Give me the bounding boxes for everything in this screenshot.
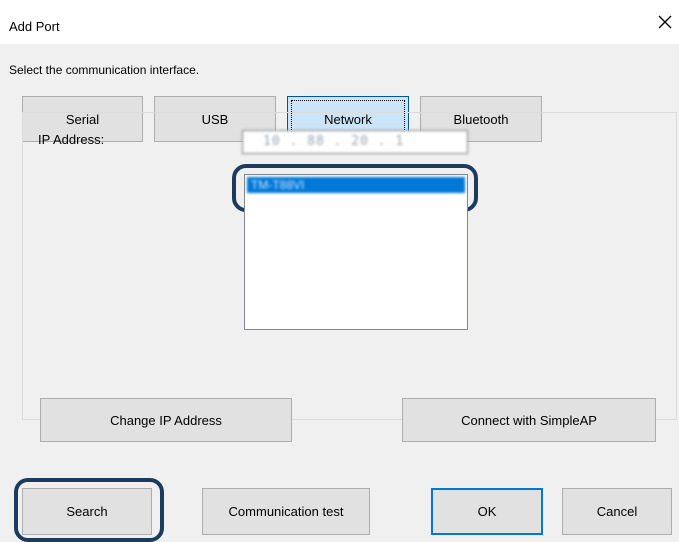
ok-button[interactable]: OK <box>431 488 543 535</box>
ok-label: OK <box>477 504 497 519</box>
simpleap-label: Connect with SimpleAP <box>461 412 597 428</box>
cancel-label: Cancel <box>596 504 638 519</box>
search-button-highlight <box>14 478 164 542</box>
test-label: Communication test <box>228 504 344 519</box>
close-icon <box>658 15 672 29</box>
list-item-selected[interactable]: TM-T88VI <box>247 177 465 193</box>
close-button[interactable] <box>653 10 677 34</box>
window-title: Add Port <box>9 19 60 34</box>
ip-address-field[interactable]: 10 . 88 . 20 . 1 <box>242 130 468 154</box>
device-listbox[interactable]: TM-T88VI <box>244 174 468 330</box>
ip-address-label: IP Address: <box>38 132 105 147</box>
title-bar: Add Port <box>0 0 679 44</box>
connect-simpleap-button[interactable]: Connect with SimpleAP <box>402 398 656 442</box>
change-ip-label: Change IP Address <box>110 412 222 428</box>
change-ip-address-button[interactable]: Change IP Address <box>40 398 292 442</box>
interface-prompt: Select the communication interface. <box>9 63 200 77</box>
cancel-button[interactable]: Cancel <box>562 488 672 535</box>
communication-test-button[interactable]: Communication test <box>202 488 370 535</box>
